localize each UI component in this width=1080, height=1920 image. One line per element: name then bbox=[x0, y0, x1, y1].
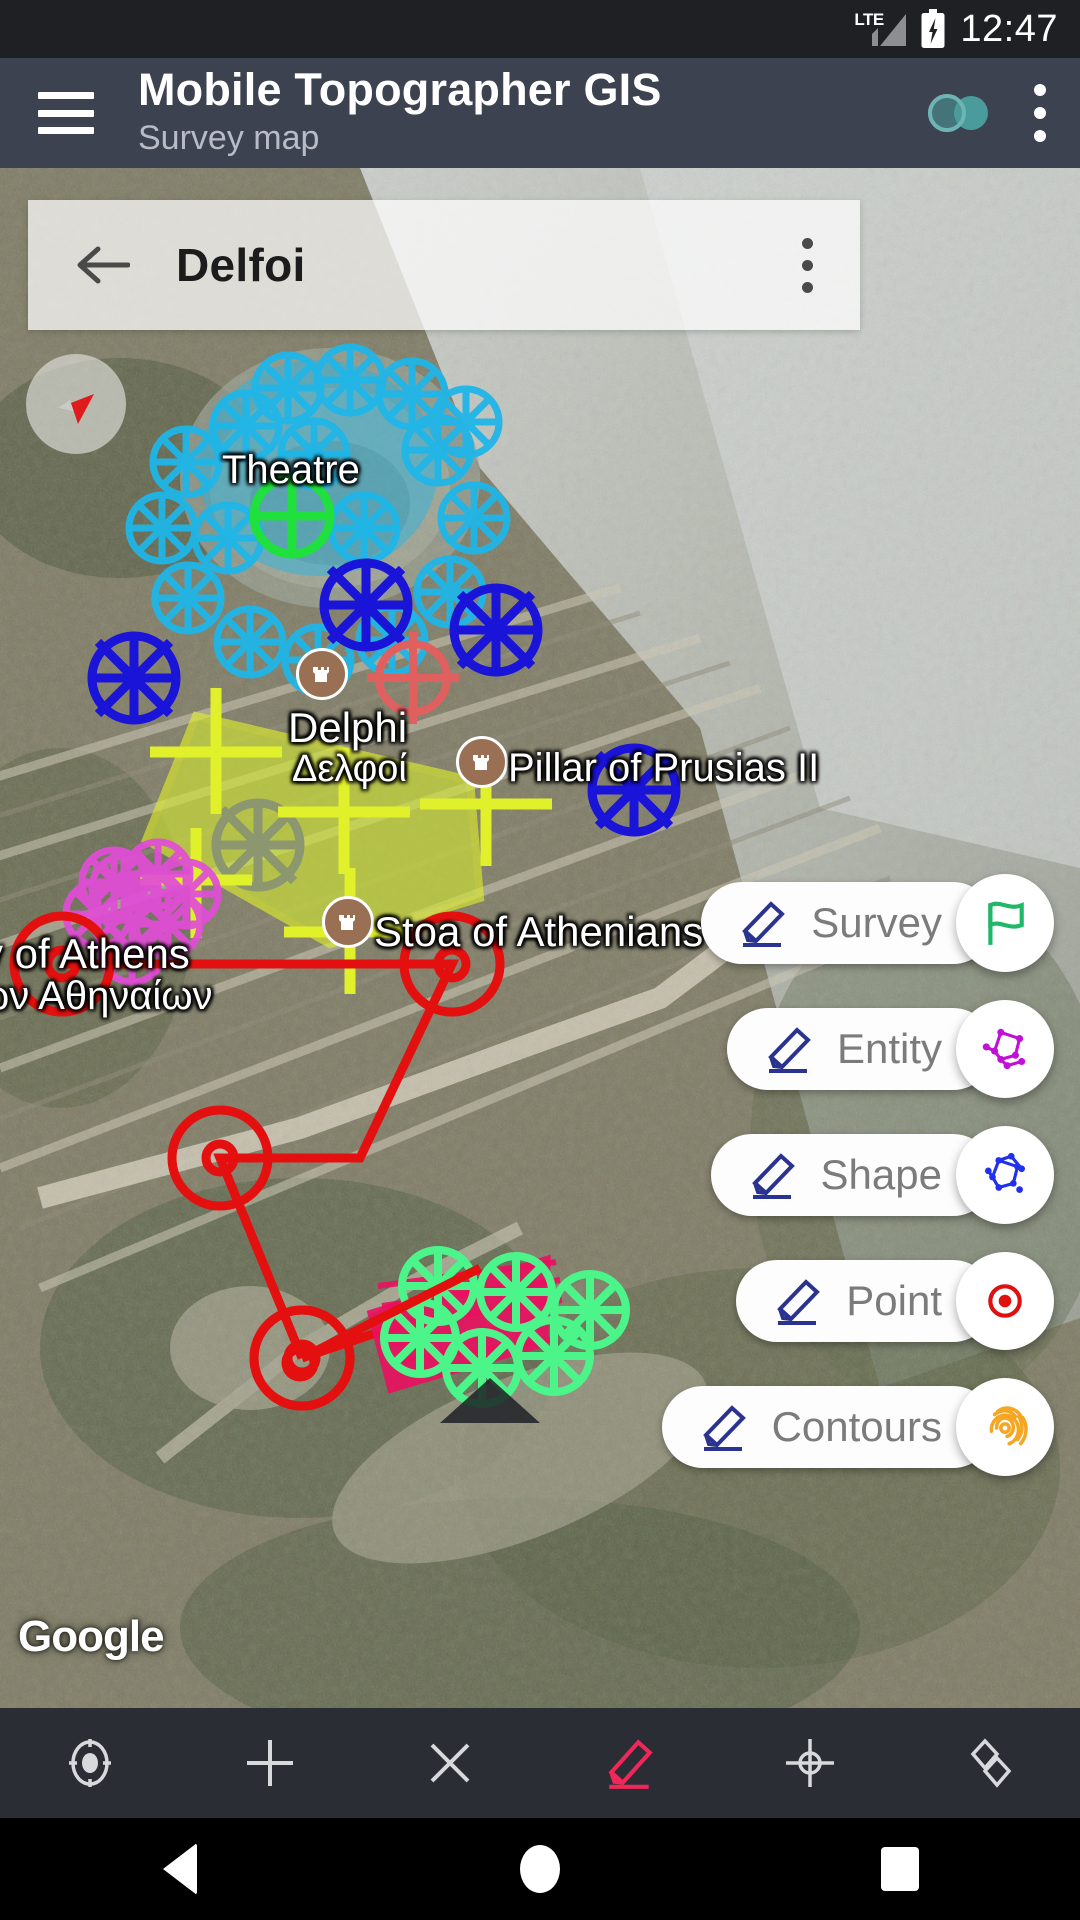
castle-tower-icon bbox=[339, 915, 355, 930]
contours-icon bbox=[989, 1406, 1028, 1446]
close-x-icon bbox=[430, 1743, 470, 1783]
layer-theatre-point bbox=[249, 473, 335, 559]
flag-icon bbox=[988, 901, 1024, 945]
android-nav-home[interactable] bbox=[360, 1845, 720, 1893]
toolbar-center[interactable] bbox=[720, 1736, 900, 1790]
google-attribution: Google bbox=[18, 1612, 165, 1661]
poi-marker-stoa[interactable] bbox=[322, 896, 374, 948]
compass-needle-icon[interactable] bbox=[26, 354, 126, 454]
castle-tower-icon bbox=[313, 667, 329, 682]
app-bar: Mobile Topographer GIS Survey map bbox=[0, 58, 1080, 168]
my-location-icon bbox=[69, 1739, 111, 1787]
fab-entity-label: Entity bbox=[836, 1025, 942, 1072]
signal-bars-icon: LTE bbox=[854, 9, 907, 49]
toolbar-add[interactable] bbox=[180, 1736, 360, 1790]
android-nav-back[interactable] bbox=[0, 1843, 360, 1895]
page-subtitle: Survey map bbox=[138, 119, 320, 158]
pencil-edit-icon bbox=[768, 1027, 811, 1073]
fab-survey-label: Survey bbox=[811, 899, 942, 946]
crosshair-target-icon bbox=[786, 1739, 834, 1787]
android-nav-recents[interactable] bbox=[720, 1847, 1080, 1891]
map-view[interactable]: Delfoi Theatre Delphi Δελφοί Pillar of P… bbox=[0, 168, 1080, 1708]
toolbar-my-location[interactable] bbox=[0, 1736, 180, 1790]
back-arrow-icon[interactable] bbox=[76, 244, 130, 286]
point-target-icon bbox=[988, 1284, 1022, 1318]
fab-contours-label: Contours bbox=[771, 1403, 942, 1450]
map-search-bar[interactable]: Delfoi bbox=[28, 200, 860, 330]
fab-shape-label-chip[interactable]: Shape bbox=[710, 1134, 994, 1216]
status-time: 12:47 bbox=[960, 7, 1058, 50]
fab-entity[interactable]: Entity bbox=[726, 1000, 1054, 1098]
fab-point[interactable]: Point bbox=[736, 1252, 1054, 1350]
fab-survey[interactable]: Survey bbox=[701, 874, 1054, 972]
fab-contours-button[interactable] bbox=[956, 1378, 1054, 1476]
layers-icon bbox=[970, 1738, 1012, 1788]
poi-marker-delphi[interactable] bbox=[296, 648, 348, 700]
overflow-menu-icon[interactable] bbox=[1034, 84, 1046, 142]
android-nav-bar bbox=[0, 1818, 1080, 1920]
signal-triangle-icon bbox=[872, 14, 907, 46]
hamburger-menu-icon[interactable] bbox=[38, 92, 94, 134]
search-title: Delfoi bbox=[176, 239, 306, 291]
fab-contours[interactable]: Contours bbox=[661, 1378, 1054, 1476]
fab-shape[interactable]: Shape bbox=[710, 1126, 1054, 1224]
app-title-block: Mobile Topographer GIS Survey map bbox=[138, 66, 926, 160]
fab-shape-button[interactable] bbox=[956, 1126, 1054, 1224]
fab-point-button[interactable] bbox=[956, 1252, 1054, 1350]
poi-marker-pillar[interactable] bbox=[456, 736, 508, 788]
toolbar-delete[interactable] bbox=[360, 1736, 540, 1790]
entity-polygon-icon bbox=[982, 1028, 1026, 1070]
link-connect-icon[interactable] bbox=[926, 87, 992, 139]
fab-point-label: Point bbox=[846, 1277, 942, 1324]
fab-speed-dial: Survey Entity Shape Point Contours bbox=[661, 874, 1054, 1476]
pencil-edit-icon bbox=[777, 1279, 821, 1325]
pencil-edit-icon bbox=[608, 1739, 653, 1789]
pencil-edit-icon bbox=[751, 1153, 795, 1199]
fab-entity-label-chip[interactable]: Entity bbox=[726, 1008, 994, 1090]
nav-recents-icon bbox=[881, 1847, 919, 1891]
page-title: Mobile Topographer GIS bbox=[138, 64, 662, 116]
toolbar-layers[interactable] bbox=[900, 1736, 1080, 1790]
nav-back-icon bbox=[163, 1843, 197, 1895]
pencil-edit-icon bbox=[702, 1405, 746, 1451]
fab-shape-label: Shape bbox=[820, 1151, 942, 1198]
add-plus-icon bbox=[247, 1740, 293, 1786]
fab-contours-label-chip[interactable]: Contours bbox=[661, 1386, 994, 1468]
search-overflow-menu-icon[interactable] bbox=[801, 237, 813, 293]
castle-tower-icon bbox=[473, 755, 489, 770]
fab-entity-button[interactable] bbox=[956, 1000, 1054, 1098]
fab-survey-button[interactable] bbox=[956, 874, 1054, 972]
fab-survey-label-chip[interactable]: Survey bbox=[701, 882, 994, 964]
bottom-toolbar bbox=[0, 1708, 1080, 1818]
pencil-edit-icon bbox=[742, 901, 786, 947]
battery-charging-icon bbox=[921, 9, 945, 48]
nav-home-icon bbox=[520, 1845, 560, 1893]
toolbar-edit[interactable] bbox=[540, 1735, 720, 1791]
status-bar: LTE 12:47 bbox=[0, 0, 1080, 58]
phone-screen: LTE 12:47 Mobile Topographer GIS Survey … bbox=[0, 0, 1080, 1920]
shape-polygon-icon bbox=[985, 1152, 1025, 1193]
app-bar-actions bbox=[926, 84, 1080, 142]
